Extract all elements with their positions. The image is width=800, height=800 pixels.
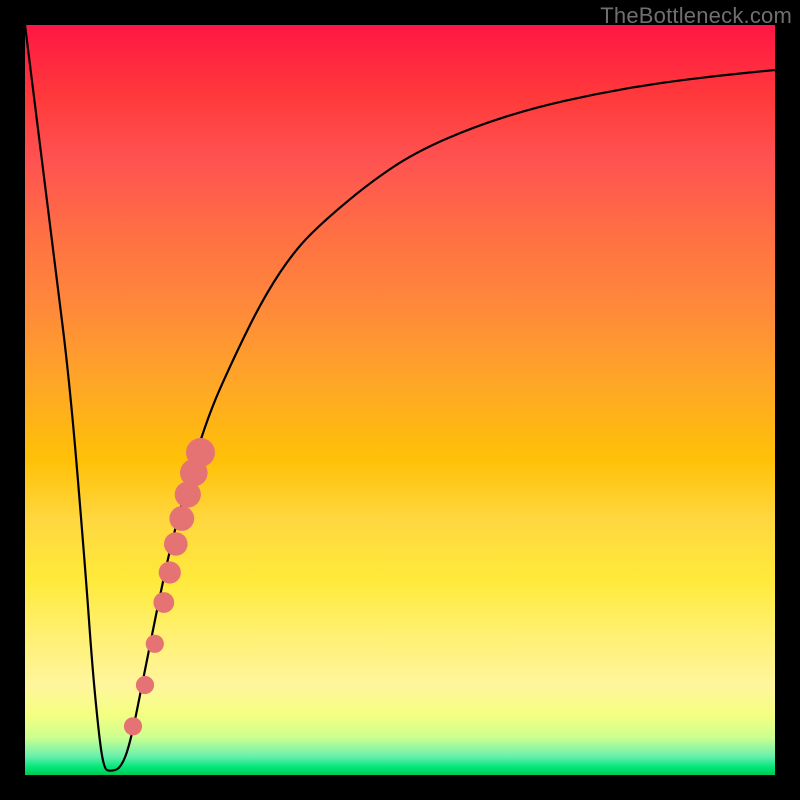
- plot-area: [25, 25, 775, 775]
- chart-frame: TheBottleneck.com: [0, 0, 800, 800]
- dot: [136, 676, 154, 694]
- dot: [124, 717, 142, 735]
- watermark-text: TheBottleneck.com: [600, 3, 792, 29]
- dot: [169, 506, 194, 531]
- dot: [153, 592, 174, 613]
- dot: [164, 532, 188, 556]
- dot: [146, 635, 164, 653]
- dot: [186, 438, 215, 467]
- chart-svg: [25, 25, 775, 775]
- bottleneck-curve: [25, 25, 775, 771]
- dot: [159, 561, 181, 583]
- highlight-dots: [124, 438, 215, 735]
